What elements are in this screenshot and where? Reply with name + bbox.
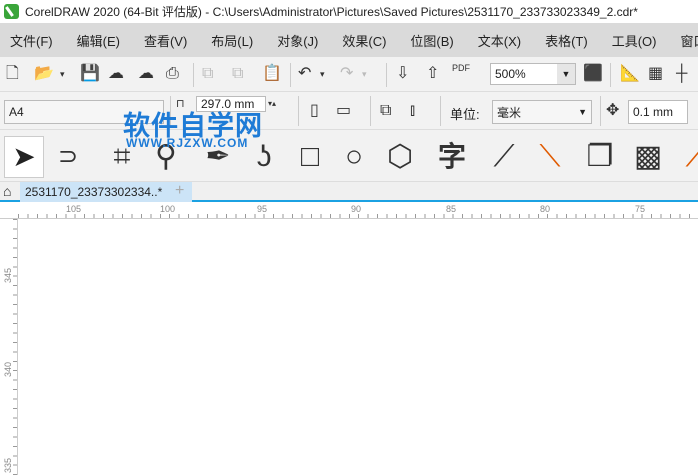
units-select[interactable]: 毫米 ▼ [492, 100, 592, 124]
drop-shadow-tool-icon[interactable]: ❐ [580, 137, 620, 177]
paste-icon[interactable]: 📋 [262, 64, 282, 84]
copy-icon[interactable]: ⧉ [232, 64, 243, 84]
horizontal-ruler[interactable]: 105 100 95 90 85 80 75 [0, 204, 698, 219]
artistic-media-tool-icon[interactable]: ʖ [244, 137, 284, 177]
title-bar: CorelDRAW 2020 (64-Bit 评估版) - C:\Users\A… [0, 0, 698, 23]
ruler-label: 345 [3, 267, 13, 283]
menu-window[interactable]: 窗口(W) [680, 31, 698, 50]
page-size-value: A4 [9, 105, 24, 119]
units-value: 毫米 [497, 105, 522, 120]
height-spinner-icon[interactable]: ▾▴ [268, 94, 276, 114]
watermark-url: WWW.RJZXW.COM [126, 136, 249, 150]
ellipse-tool-icon[interactable]: ○ [334, 137, 374, 177]
cloud-download-icon[interactable]: ☁ [108, 64, 124, 84]
portrait-icon[interactable]: ▯ [310, 101, 319, 121]
window-title: CorelDRAW 2020 (64-Bit 评估版) - C:\Users\A… [25, 5, 638, 19]
undo-icon[interactable]: ↶ [298, 64, 311, 84]
rectangle-tool-icon[interactable]: □ [290, 137, 330, 177]
document-tab[interactable]: 2531170_23373302334..* [20, 182, 192, 202]
export-icon[interactable]: ⇧ [426, 64, 439, 84]
show-grid-icon[interactable]: ▦ [648, 64, 663, 84]
ruler-label: 95 [257, 204, 268, 214]
cut-icon[interactable]: ⧉ [202, 64, 213, 84]
ruler-label: 90 [351, 204, 362, 214]
redo-icon[interactable]: ↷ [340, 64, 353, 84]
ruler-label: 105 [66, 204, 82, 214]
current-page-icon[interactable]: ⫾ [410, 101, 415, 121]
menu-tools[interactable]: 工具(O) [612, 31, 657, 50]
add-tab-icon[interactable]: + [175, 182, 184, 200]
shape-tool-icon[interactable]: ⊃ [48, 137, 88, 177]
polygon-tool-icon[interactable]: ⬡ [380, 137, 420, 177]
pick-tool[interactable]: ➤ [4, 136, 44, 178]
publish-pdf-icon[interactable]: PDF [452, 63, 470, 73]
menu-text[interactable]: 文本(X) [478, 31, 521, 50]
ruler-label: 335 [3, 457, 13, 473]
show-rulers-icon[interactable]: 📐 [620, 64, 640, 84]
chevron-down-icon: ▼ [578, 107, 587, 117]
menu-effects[interactable]: 效果(C) [342, 31, 386, 50]
connector-tool-icon[interactable]: ⟍ [530, 137, 570, 177]
drawing-canvas[interactable] [19, 220, 698, 475]
open-folder-icon[interactable]: 📂 [34, 64, 54, 84]
menu-table[interactable]: 表格(T) [545, 31, 588, 50]
ruler-label: 85 [446, 204, 457, 214]
undo-dropdown-icon[interactable]: ▾ [320, 64, 325, 84]
full-screen-preview-icon[interactable]: ⬛ [583, 64, 603, 84]
pointer-arrow-icon: ➤ [12, 141, 36, 172]
document-tab-label: 2531170_23373302334..* [25, 185, 163, 199]
vertical-ruler[interactable]: 345 340 335 [0, 219, 18, 475]
document-tab-bar: ⌂ 2531170_23373302334..* + [0, 182, 698, 202]
chevron-down-icon[interactable]: ▼ [557, 64, 575, 84]
nudge-distance-input[interactable]: 0.1 mm [628, 100, 688, 124]
eyedropper-tool-icon[interactable]: ⟋ [676, 137, 698, 177]
menu-bar: 文件(F) 编辑(E) 查看(V) 布局(L) 对象(J) 效果(C) 位图(B… [0, 23, 698, 57]
menu-bitmaps[interactable]: 位图(B) [410, 31, 453, 50]
zoom-value: 500% [495, 67, 526, 81]
menu-layout[interactable]: 布局(L) [211, 31, 253, 50]
nudge-value: 0.1 mm [633, 105, 674, 119]
new-document-icon[interactable]: 🗋 [6, 64, 19, 84]
transparency-tool-icon[interactable]: ▩ [628, 137, 668, 177]
open-dropdown-icon[interactable]: ▾ [60, 64, 65, 84]
print-icon[interactable]: ⎙ [166, 64, 179, 84]
home-icon[interactable]: ⌂ [3, 183, 11, 199]
coreldraw-logo-icon [4, 4, 19, 19]
text-tool-icon[interactable]: 字 [432, 137, 472, 177]
menu-file[interactable]: 文件(F) [10, 31, 53, 50]
zoom-level-select[interactable]: 500% ▼ [490, 63, 576, 85]
ruler-label: 80 [540, 204, 551, 214]
menu-edit[interactable]: 编辑(E) [77, 31, 120, 50]
nudge-distance-icon: ✥ [606, 102, 620, 119]
landscape-icon[interactable]: ▭ [336, 101, 351, 121]
property-bar: A4 ⊓ 297.0 mm ▾▴ ▯ ▭ ⧉ ⫾ 单位: 毫米 ▼ ✥ 0.1 m… [0, 92, 698, 130]
ruler-label: 75 [635, 204, 646, 214]
redo-dropdown-icon[interactable]: ▾ [362, 64, 367, 84]
toolbox: ➤ ⊃ ⌗ ⚲ ✒ ʖ □ ○ ⬡ 字 ⟋ ⟍ ❐ ▩ ⟋ [0, 130, 698, 182]
ruler-label: 100 [160, 204, 176, 214]
show-guidelines-icon[interactable]: ┼ [676, 64, 687, 84]
all-pages-icon[interactable]: ⧉ [380, 101, 391, 121]
cloud-upload-icon[interactable]: ☁ [138, 64, 154, 84]
units-label: 单位: [450, 107, 480, 122]
menu-view[interactable]: 查看(V) [144, 31, 187, 50]
import-icon[interactable]: ⇩ [396, 64, 409, 84]
menu-object[interactable]: 对象(J) [277, 31, 318, 50]
save-icon[interactable]: 💾 [80, 64, 100, 84]
ruler-label: 340 [3, 361, 13, 377]
dimension-tool-icon[interactable]: ⟋ [484, 137, 524, 177]
standard-toolbar: 🗋 📂 ▾ 💾 ☁ ☁ ⎙ ⧉ ⧉ 📋 ↶ ▾ ↷ ▾ ⇩ ⇧ PDF 500%… [0, 57, 698, 92]
